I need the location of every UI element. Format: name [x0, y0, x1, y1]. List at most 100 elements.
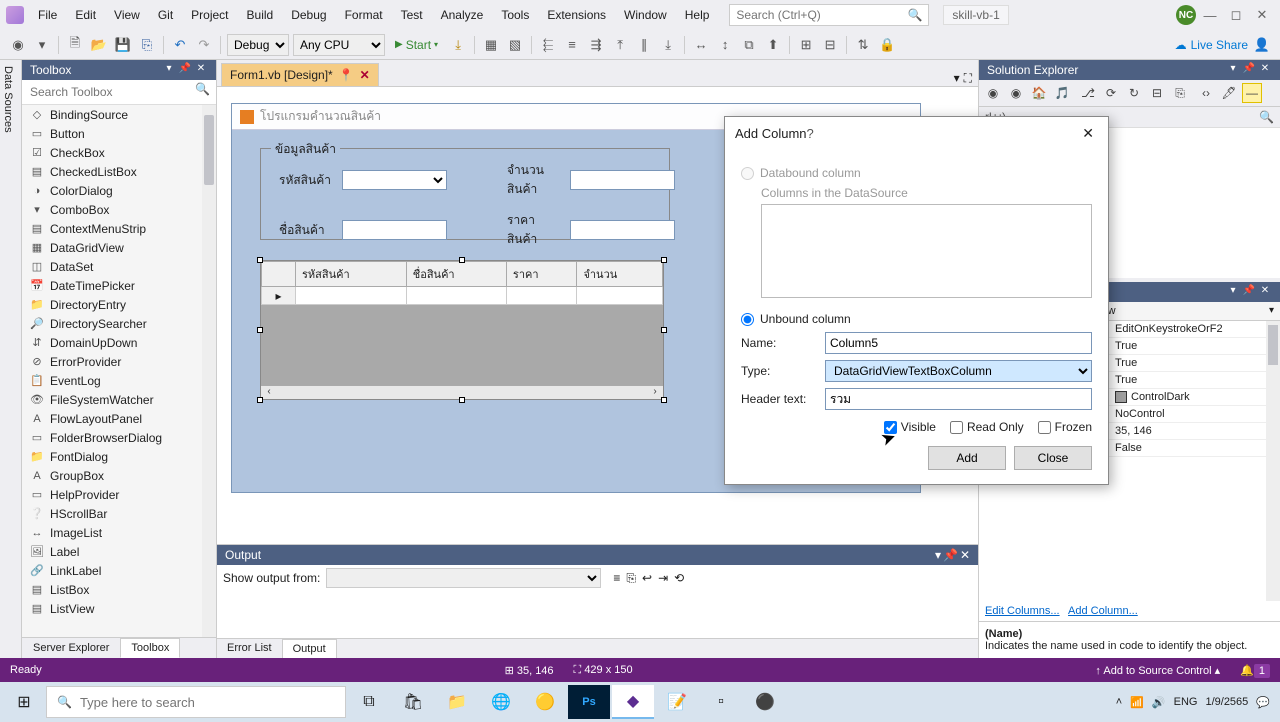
- menu-debug[interactable]: Debug: [283, 4, 334, 26]
- toolbox-item-filesystemwatcher[interactable]: 👁FileSystemWatcher: [22, 390, 216, 409]
- sol-branch-icon[interactable]: ⎇: [1078, 83, 1098, 103]
- toolbox-item-listbox[interactable]: ▤ListBox: [22, 580, 216, 599]
- output-copy-icon[interactable]: ⎘: [626, 571, 636, 586]
- vspace-icon[interactable]: ↕: [715, 35, 735, 55]
- toolbox-item-linklabel[interactable]: 🔗LinkLabel: [22, 561, 216, 580]
- live-share-button[interactable]: ☁ Live Share: [1175, 38, 1248, 52]
- input-name[interactable]: [342, 220, 447, 240]
- menu-git[interactable]: Git: [150, 4, 181, 26]
- align-grid-icon[interactable]: ▧: [505, 35, 525, 55]
- props-scrollbar[interactable]: [1266, 321, 1280, 601]
- menu-window[interactable]: Window: [616, 4, 675, 26]
- menu-extensions[interactable]: Extensions: [539, 4, 614, 26]
- align-bottom-icon[interactable]: ⤓: [658, 35, 678, 55]
- toolbox-item-dataset[interactable]: ◫DataSet: [22, 257, 216, 276]
- toolbox-item-colordialog[interactable]: ◑ColorDialog: [22, 181, 216, 200]
- undo-icon[interactable]: ↶: [170, 35, 190, 55]
- tray-wifi-icon[interactable]: 📶: [1130, 696, 1144, 709]
- menu-build[interactable]: Build: [239, 4, 282, 26]
- output-toggle-icon[interactable]: ⟲: [674, 571, 684, 585]
- dialog-help-icon[interactable]: ?: [807, 126, 814, 141]
- tab-order-icon[interactable]: ⇅: [853, 35, 873, 55]
- size-same-icon[interactable]: ⧉: [739, 35, 759, 55]
- output-from-select[interactable]: [326, 568, 601, 588]
- toolbox-item-combobox[interactable]: ▾ComboBox: [22, 200, 216, 219]
- sol-home-icon[interactable]: 🏠: [1029, 83, 1049, 103]
- align-middle-icon[interactable]: ∥: [634, 35, 654, 55]
- tray-notif-icon[interactable]: 💬: [1256, 696, 1270, 709]
- taskbar-chrome-icon[interactable]: 🟡: [524, 685, 566, 719]
- new-project-icon[interactable]: 🗎: [65, 35, 85, 55]
- taskbar-explorer-icon[interactable]: 📁: [436, 685, 478, 719]
- menu-view[interactable]: View: [106, 4, 148, 26]
- input-qty[interactable]: [570, 170, 675, 190]
- align-center-icon[interactable]: ≡: [562, 35, 582, 55]
- readonly-checkbox[interactable]: Read Only: [950, 420, 1024, 434]
- menu-test[interactable]: Test: [393, 4, 431, 26]
- sol-code-icon[interactable]: ‹›: [1196, 83, 1216, 103]
- toolbox-scrollbar[interactable]: [202, 105, 216, 637]
- input-price[interactable]: [570, 220, 675, 240]
- doc-dropdown-icon[interactable]: ▾: [954, 71, 960, 86]
- radio-unbound-input[interactable]: [741, 313, 754, 326]
- close-button[interactable]: ✕: [1250, 7, 1274, 23]
- toolbox-item-listview[interactable]: ▤ListView: [22, 599, 216, 618]
- link-add-column[interactable]: Add Column...: [1068, 605, 1138, 617]
- menu-format[interactable]: Format: [337, 4, 391, 26]
- start-button[interactable]: Start ▾: [389, 38, 444, 52]
- taskbar-vs-icon[interactable]: ◆: [612, 685, 654, 719]
- center-v-icon[interactable]: ⊟: [820, 35, 840, 55]
- dgv-header-3[interactable]: ราคา: [506, 262, 577, 287]
- align-left-icon[interactable]: ⬱: [538, 35, 558, 55]
- output-pin-icon[interactable]: 📌: [943, 548, 958, 562]
- toolbox-item-groupbox[interactable]: AGroupBox: [22, 466, 216, 485]
- align-top-icon[interactable]: ⤒: [610, 35, 630, 55]
- output-menu-icon[interactable]: ▾: [935, 548, 941, 562]
- toolbox-item-contextmenustrip[interactable]: ▤ContextMenuStrip: [22, 219, 216, 238]
- add-button[interactable]: Add: [928, 446, 1006, 470]
- menu-tools[interactable]: Tools: [493, 4, 537, 26]
- toolbox-item-errorprovider[interactable]: ⊘ErrorProvider: [22, 352, 216, 371]
- menu-file[interactable]: File: [30, 4, 65, 26]
- doc-tab-form1[interactable]: Form1.vb [Design]* 📍 ✕: [221, 63, 379, 86]
- config-select[interactable]: Debug: [227, 34, 289, 56]
- sol-collapse-icon[interactable]: ⊟: [1147, 83, 1167, 103]
- menu-edit[interactable]: Edit: [67, 4, 104, 26]
- toolbox-item-bindingsource[interactable]: ◇BindingSource: [22, 105, 216, 124]
- taskbar-store-icon[interactable]: 🛍: [392, 685, 434, 719]
- toolbox-item-datagridview[interactable]: ▦DataGridView: [22, 238, 216, 257]
- toolbox-close-icon[interactable]: ✕: [194, 63, 208, 77]
- tray-time[interactable]: 1/9/2565: [1205, 696, 1248, 708]
- dgv-rowheader[interactable]: ▸: [262, 287, 296, 305]
- menu-project[interactable]: Project: [183, 4, 236, 26]
- frozen-checkbox[interactable]: Frozen: [1038, 420, 1092, 434]
- toolbox-search-input[interactable]: [24, 82, 191, 102]
- dgv-header-4[interactable]: จำนวน: [577, 262, 663, 287]
- quick-search[interactable]: 🔍: [729, 4, 929, 26]
- toolbox-item-button[interactable]: ▭Button: [22, 124, 216, 143]
- sol-back-icon[interactable]: ◉: [983, 83, 1003, 103]
- dgv-header-1[interactable]: รหัสสินค้า: [296, 262, 407, 287]
- sol-sync-scope-icon[interactable]: 🎵: [1052, 83, 1072, 103]
- dgv-corner[interactable]: [262, 262, 296, 287]
- maximize-button[interactable]: ◻: [1224, 7, 1248, 23]
- side-tab-data-sources[interactable]: Data Sources: [0, 60, 22, 658]
- toolbox-item-domainupdown[interactable]: ⇵DomainUpDown: [22, 333, 216, 352]
- pin-icon[interactable]: 📍: [339, 68, 354, 82]
- start-button[interactable]: ⊞: [4, 686, 44, 718]
- toolbox-list[interactable]: ◇BindingSource▭Button☑CheckBox▤CheckedLi…: [22, 105, 216, 637]
- step-into-icon[interactable]: ⤓: [448, 35, 468, 55]
- toolbox-item-directoryentry[interactable]: 📁DirectoryEntry: [22, 295, 216, 314]
- datagridview[interactable]: รหัสสินค้า ชื่อสินค้า ราคา จำนวน ▸ ‹›: [260, 260, 664, 400]
- close-tab-icon[interactable]: ✕: [360, 68, 370, 82]
- tab-error-list[interactable]: Error List: [217, 639, 282, 658]
- bring-front-icon[interactable]: ⬆: [763, 35, 783, 55]
- sol-pin-icon[interactable]: 📌: [1242, 63, 1256, 77]
- toolbox-item-checkedlistbox[interactable]: ▤CheckedListBox: [22, 162, 216, 181]
- toolbox-search[interactable]: 🔍 ▾: [22, 80, 216, 105]
- hspace-icon[interactable]: ↔: [691, 35, 711, 55]
- props-menu-icon[interactable]: ▾: [1226, 285, 1240, 299]
- output-wrap-icon[interactable]: ↩: [642, 571, 652, 585]
- align-right-icon[interactable]: ⇶: [586, 35, 606, 55]
- minimize-button[interactable]: —: [1198, 8, 1222, 23]
